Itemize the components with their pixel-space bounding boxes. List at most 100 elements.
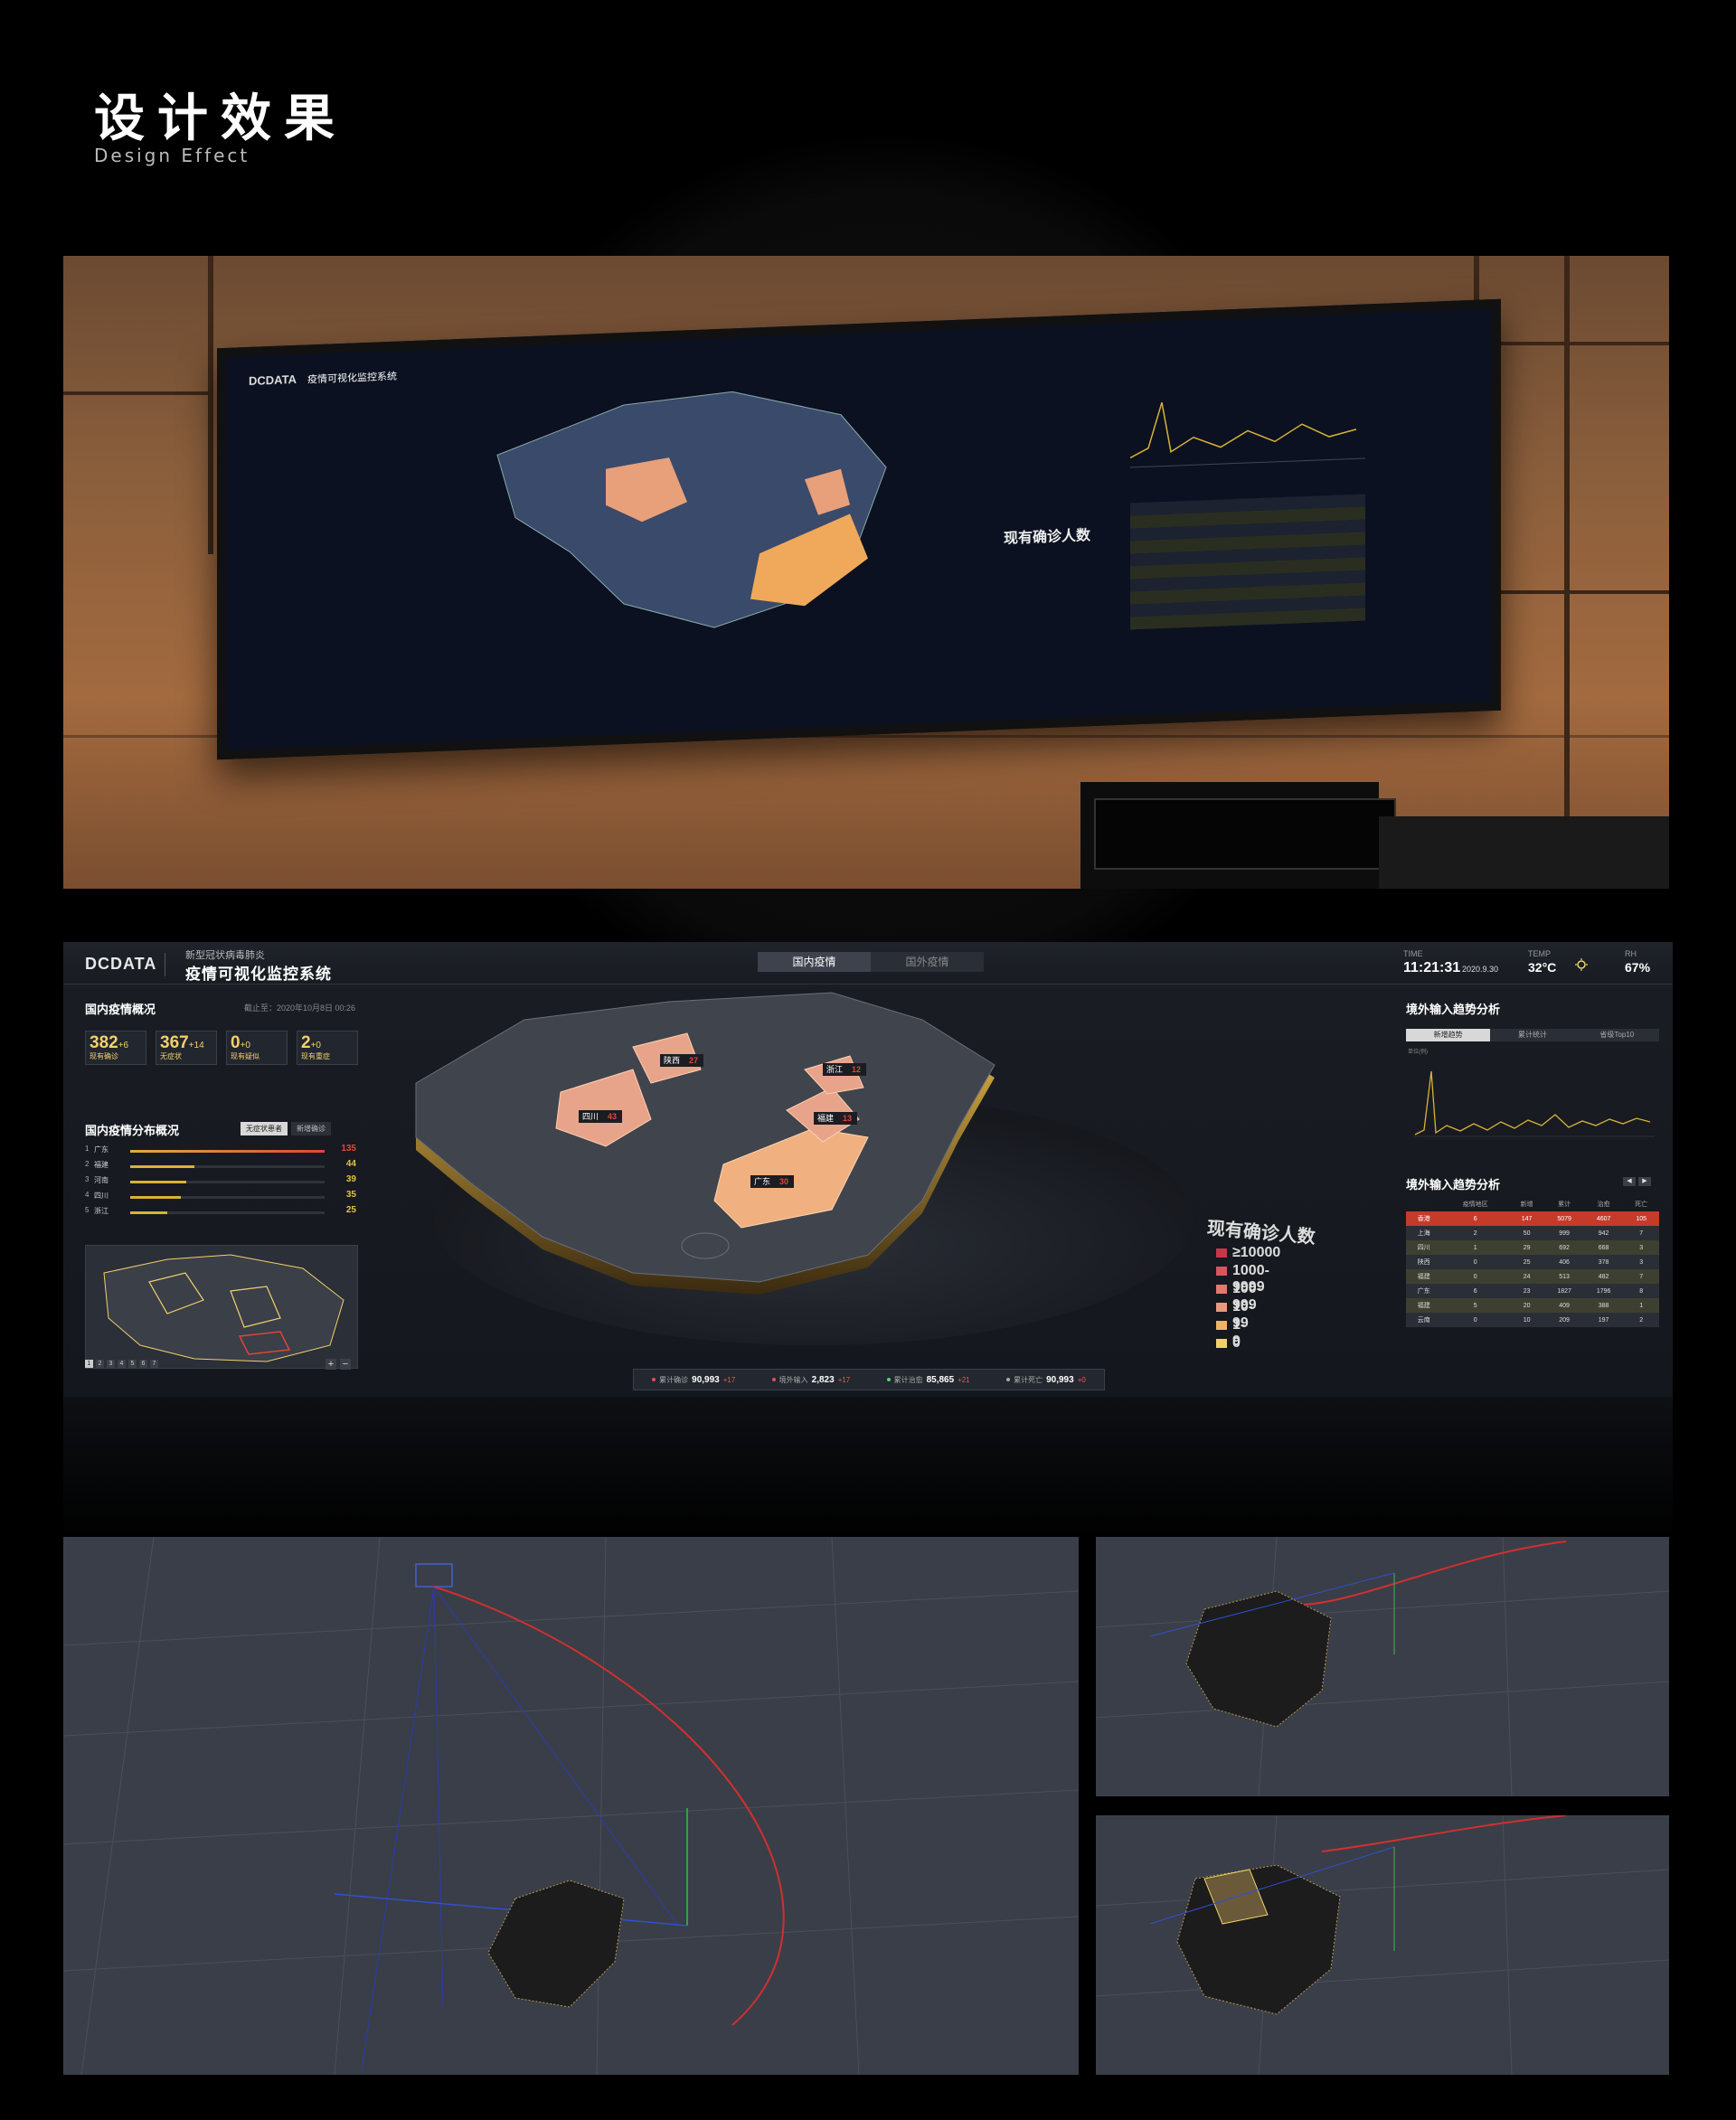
svg-text:30: 30 [779,1177,788,1186]
distribution-row: 2 福建 44 [85,1159,356,1169]
trend-chart: 单位(例) [1408,1048,1655,1137]
summary-item: 累计死亡 90,993 +0 [1006,1375,1086,1385]
tab-domestic[interactable]: 国内疫情 [758,952,871,972]
table-row[interactable]: 云南 0 10 209 197 2 [1406,1313,1659,1327]
dashboard-reflection [63,1397,1673,1541]
sun-cloud-icon [1575,958,1590,973]
operator-monitor [1094,798,1396,870]
distribution-row: 1 广东 135 [85,1144,356,1154]
distribution-tabs: 无症状患者 新增确诊 [241,1122,331,1135]
page-6[interactable]: 6 [139,1360,147,1368]
table-header: 新增 [1520,1201,1533,1208]
screen-title: 疫情可视化监控系统 [307,371,397,386]
screen-map [496,391,887,628]
map-label-4[interactable]: 广东 30 [750,1175,794,1188]
rh-value: 67% [1625,960,1651,975]
page-title: 设计效果 [94,90,347,148]
svg-text:广东: 广东 [754,1176,770,1186]
page-4[interactable]: 4 [118,1360,126,1368]
tab-cumulative[interactable]: 累计统计 [1490,1029,1574,1041]
page-subtitle: Design Effect [94,145,250,166]
distribution-row: 3 河南 39 [85,1174,356,1184]
viewport-bottom [1096,1815,1669,2075]
svg-text:12: 12 [852,1065,861,1074]
svg-text:四川: 四川 [582,1112,599,1121]
viewport-top [1096,1537,1669,1796]
temp-value: 32°C [1528,960,1557,975]
summary-item: 累计确诊 90,993 +17 [652,1375,735,1385]
date-value: 2020.9.30 [1462,965,1499,974]
map-label-3[interactable]: 福建 13 [814,1112,857,1125]
summary-item: 境外输入 2,823 +17 [771,1375,850,1385]
summary-item: 累计治愈 85,865 +21 [886,1375,970,1385]
table-header: 治愈 [1597,1201,1610,1208]
table-header: 疫情地区 [1462,1201,1488,1208]
svg-text:43: 43 [608,1112,617,1121]
table-row[interactable]: 四川 1 29 692 668 3 [1406,1240,1659,1255]
table-header: 累计 [1558,1201,1571,1208]
dashboard: DCDATA 新型冠状病毒肺炎 疫情可视化监控系统 国内疫情 国外疫情 TIME… [63,942,1673,1397]
system-subtitle: 新型冠状病毒肺炎 [185,950,265,961]
stat-asymptomatic: 367+14 无症状 [156,1031,217,1065]
temp-label: TEMP [1528,949,1552,958]
table-row[interactable]: 陕西 0 25 406 378 3 [1406,1255,1659,1269]
svg-text:浙江: 浙江 [826,1064,843,1074]
screen-logo: DCDATA [249,372,297,388]
distribution-title: 国内疫情分布概况 [85,1124,180,1137]
asof-text: 截止至：2020年10月8日 00:26 [244,1003,356,1013]
province-minimap[interactable] [85,1245,358,1369]
svg-text:福建: 福建 [817,1113,834,1123]
table-row[interactable]: 福建 5 20 409 388 1 [1406,1298,1659,1313]
trend-tabs: 新增趋势 累计统计 省级Top10 [1406,1029,1659,1041]
zoom-in-button[interactable]: + [326,1359,336,1370]
screen-table [1130,494,1365,630]
time-label: TIME [1403,949,1423,958]
svg-text:13: 13 [843,1114,852,1123]
page-3[interactable]: 3 [107,1360,115,1368]
logo: DCDATA [85,955,157,973]
distribution-bars: 1 广东 135 2 福建 44 3 河南 39 4 四川 35 5 浙江 25 [85,1143,356,1220]
table-row[interactable]: 上海 2 50 999 942 7 [1406,1226,1659,1240]
summary-bar: 累计确诊 90,993 +17 境外输入 2,823 +17 累计治愈 85,865 +21 累计… [633,1369,1105,1390]
distribution-row: 5 浙江 25 [85,1205,356,1215]
page-5[interactable]: 5 [128,1360,137,1368]
minimap-zoom: + − [326,1359,351,1370]
map-label-2[interactable]: 浙江 12 [823,1063,866,1076]
dashboard-header: DCDATA 新型冠状病毒肺炎 疫情可视化监控系统 国内疫情 国外疫情 TIME… [63,942,1673,985]
desk-right [1379,816,1669,889]
stat-severe: 2+0 现有重症 [297,1031,358,1065]
map-label-1[interactable]: 四川 43 [579,1110,622,1123]
trend-unit: 单位(例) [1408,1048,1428,1055]
system-title: 疫情可视化监控系统 [185,966,332,983]
tab-new-trend[interactable]: 新增趋势 [1406,1029,1491,1041]
tab-new-confirmed[interactable]: 新增确诊 [291,1122,331,1135]
page-1[interactable]: 1 [85,1360,93,1368]
svg-text:27: 27 [689,1056,698,1065]
stat-confirmed: 382+6 现有确诊 [85,1031,146,1065]
next-icon[interactable]: ▶ [1638,1177,1651,1186]
screen-legend-title: 现有确诊人数 [1004,528,1091,547]
minimap-pager: 1234567 [85,1360,158,1368]
tab-top10[interactable]: 省级Top10 [1575,1029,1659,1041]
china-3d-map[interactable]: 陕西 27 四川 43 浙江 12 福建 13 广东 30 [362,984,1212,1354]
table-row[interactable]: 广东 6 23 1827 1796 8 [1406,1284,1659,1298]
legend-title: 现有确诊人数 [1206,1218,1316,1248]
table-row[interactable]: 福建 0 24 513 482 7 [1406,1269,1659,1284]
zoom-out-button[interactable]: − [340,1359,351,1370]
time-value: 11:21:31 [1403,960,1461,975]
wall-screen: DCDATA 疫情可视化监控系统 现有确诊人数 [217,298,1501,760]
page-2[interactable]: 2 [96,1360,104,1368]
import-table: 疫情地区 新增 累计 治愈 死亡 香港 6 147 5079 4607 105 上海 2 50 999 942… [1406,1197,1659,1327]
overview-stats: 382+6 现有确诊 367+14 无症状 0+0 现有疑似 2+0 现有重症 [85,1031,358,1065]
page-7[interactable]: 7 [150,1360,158,1368]
svg-text:陕西: 陕西 [664,1055,680,1065]
tab-overseas[interactable]: 国外疫情 [871,952,984,972]
table-header [1406,1197,1442,1211]
prev-icon[interactable]: ◀ [1623,1177,1636,1186]
tab-asymptomatic[interactable]: 无症状患者 [241,1122,288,1135]
viewport-main [63,1537,1079,2075]
table-row[interactable]: 香港 6 147 5079 4607 105 [1406,1211,1659,1226]
distribution-row: 4 四川 35 [85,1190,356,1200]
trend-title: 境外输入趋势分析 [1406,1003,1501,1016]
map-label-0[interactable]: 陕西 27 [660,1054,703,1067]
